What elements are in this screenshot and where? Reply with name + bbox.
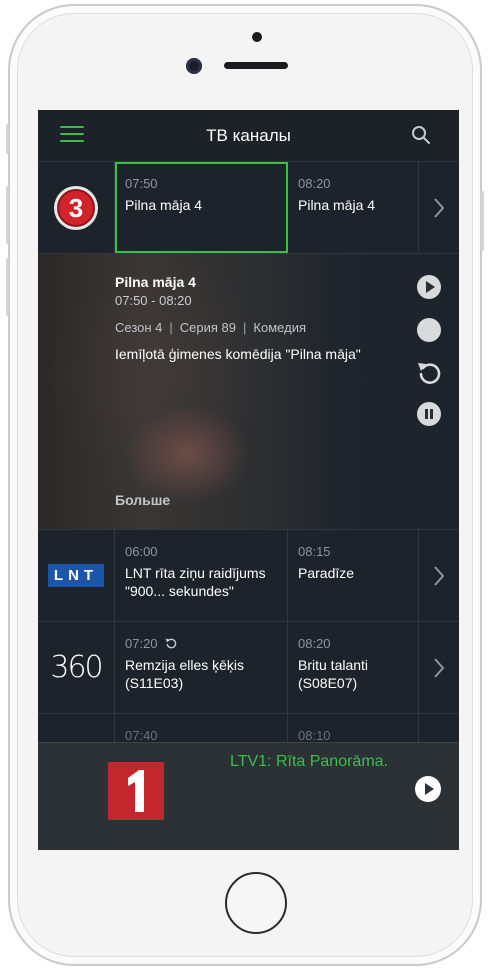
program-time: 06:00 xyxy=(125,544,158,559)
volume-down-button xyxy=(6,258,9,316)
program-title: Paradīze xyxy=(298,565,355,581)
app-screen: ТВ каналы 3 07:50 Pilna māja 4 08:20 Pil… xyxy=(38,110,459,850)
proximity-sensor xyxy=(252,32,262,42)
app-bar: ТВ каналы xyxy=(38,110,459,162)
detail-meta: Сезон 4 | Серия 89 | Комедия xyxy=(115,320,306,335)
360-logo-text: 360 xyxy=(50,650,103,685)
program-title: Pilna māja 4 xyxy=(298,197,376,213)
program-cell-next[interactable]: 08:15 Paradīze xyxy=(288,530,419,621)
front-camera xyxy=(186,58,202,74)
catchup-icon xyxy=(165,638,177,649)
program-cell-next[interactable]: 08:20 Britu talanti (S08E07) xyxy=(288,622,419,713)
lnt-logo-icon: LNT xyxy=(47,564,105,587)
program-time: 07:40 xyxy=(125,728,158,743)
play-icon[interactable] xyxy=(416,274,442,300)
program-time: 08:10 xyxy=(298,728,331,743)
360-logo-icon: 360 xyxy=(50,650,103,685)
page-title: ТВ каналы xyxy=(206,126,291,145)
now-playing-text: LTV1: Rīta Panorāma. xyxy=(230,753,388,770)
detail-description: Iemīļotā ģimenes komēdija "Pilna māja" xyxy=(115,346,361,362)
program-cell-current[interactable]: 07:50 Pilna māja 4 xyxy=(115,162,288,253)
program-time: 07:50 xyxy=(125,176,158,191)
mini-player[interactable]: LTV1: Rīta Panorāma. xyxy=(38,742,459,850)
channel-row-360: 360 07:20 Remzija elles ķēķis (S11E03) 0… xyxy=(38,622,459,714)
tv3-logo-icon: 3 xyxy=(54,185,98,230)
volume-up-button xyxy=(6,186,9,244)
program-cell-current[interactable]: 07:20 Remzija elles ķēķis (S11E03) xyxy=(115,622,288,713)
home-button[interactable] xyxy=(225,872,287,934)
detail-season: Сезон 4 xyxy=(115,320,163,335)
restart-icon[interactable] xyxy=(416,359,442,385)
program-title: Remzija elles ķēķis (S11E03) xyxy=(125,657,245,691)
silent-switch xyxy=(6,124,9,154)
tv3-logo-text: 3 xyxy=(69,193,83,223)
ltv1-logo-icon xyxy=(108,762,164,820)
power-button xyxy=(481,191,484,251)
search-icon[interactable] xyxy=(411,125,431,145)
channel-row-3: 3 07:50 Pilna māja 4 08:20 Pilna māja 4 xyxy=(38,162,459,254)
program-time: 07:20 xyxy=(125,636,287,651)
program-time: 08:15 xyxy=(298,544,331,559)
lnt-logo-text: LNT xyxy=(53,567,99,584)
chevron-right-icon[interactable] xyxy=(419,530,459,621)
detail-genre: Комедия xyxy=(253,320,306,335)
play-icon[interactable] xyxy=(414,775,442,803)
program-title: LNT rīta ziņu raidījums "900... sekundes… xyxy=(125,565,266,599)
earpiece-speaker xyxy=(224,62,288,69)
detail-time-range: 07:50 - 08:20 xyxy=(115,293,192,308)
channel-logo-tv3[interactable]: 3 xyxy=(38,162,115,253)
record-icon[interactable] xyxy=(416,317,442,343)
chevron-right-icon[interactable] xyxy=(419,622,459,713)
program-title: Pilna māja 4 xyxy=(125,197,203,213)
detail-episode: Серия 89 xyxy=(179,320,237,335)
detail-title: Pilna māja 4 xyxy=(115,274,196,290)
program-title: Britu talanti (S08E07) xyxy=(298,657,369,691)
pause-icon[interactable] xyxy=(416,401,442,427)
program-time: 08:20 xyxy=(298,176,331,191)
program-detail-panel: Pilna māja 4 07:50 - 08:20 Сезон 4 | Серия… xyxy=(38,254,459,530)
program-time: 08:20 xyxy=(298,636,331,651)
program-cell-current[interactable]: 06:00 LNT rīta ziņu raidījums "900... se… xyxy=(115,530,288,621)
channel-logo-lnt[interactable]: LNT xyxy=(38,530,115,621)
channel-row-lnt: LNT 06:00 LNT rīta ziņu raidījums "900..… xyxy=(38,530,459,622)
channel-logo-360[interactable]: 360 xyxy=(38,622,115,713)
chevron-right-icon[interactable] xyxy=(419,162,459,253)
program-cell-next[interactable]: 08:20 Pilna māja 4 xyxy=(288,162,419,253)
more-link[interactable]: Больше xyxy=(115,492,170,508)
